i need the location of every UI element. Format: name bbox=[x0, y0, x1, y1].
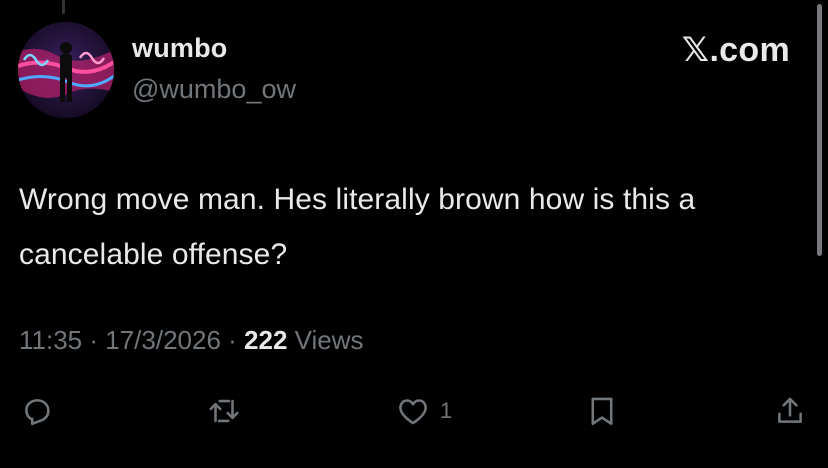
meta-separator: · bbox=[82, 325, 106, 355]
display-name[interactable]: wumbo bbox=[132, 33, 228, 64]
user-handle[interactable]: @wumbo_ow bbox=[132, 74, 296, 105]
tweet-actions-bar: 1 bbox=[0, 388, 828, 434]
share-button[interactable] bbox=[773, 388, 807, 434]
tweet-meta: 11:35 · 17/3/2026 · 222 Views bbox=[19, 325, 364, 356]
reply-button[interactable] bbox=[20, 388, 54, 434]
like-count: 1 bbox=[440, 398, 453, 423]
tweet-text: Wrong move man. Hes literally brown how … bbox=[19, 183, 696, 271]
reply-icon bbox=[25, 399, 50, 426]
x-brand-icon: 𝕏 bbox=[681, 30, 710, 70]
avatar-image bbox=[18, 22, 114, 118]
like-button[interactable]: 1 bbox=[396, 388, 452, 434]
retweet-button[interactable] bbox=[207, 388, 241, 434]
tweet-time[interactable]: 11:35 bbox=[19, 325, 82, 355]
bookmark-icon bbox=[591, 397, 613, 426]
x-logo: 𝕏.com bbox=[682, 30, 790, 70]
bookmark-button[interactable] bbox=[585, 388, 619, 434]
avatar[interactable] bbox=[18, 22, 114, 118]
views-count: 222 bbox=[244, 325, 288, 355]
heart-icon bbox=[399, 399, 427, 425]
tweet-date[interactable]: 17/3/2026 bbox=[105, 325, 221, 355]
meta-separator: · bbox=[220, 325, 245, 355]
brand-suffix: .com bbox=[709, 31, 790, 69]
share-icon bbox=[778, 397, 802, 423]
retweet-icon bbox=[209, 399, 239, 423]
thread-connector-line bbox=[62, 0, 65, 14]
scrollbar-thumb[interactable] bbox=[817, 4, 822, 256]
views-label: Views bbox=[287, 325, 364, 355]
